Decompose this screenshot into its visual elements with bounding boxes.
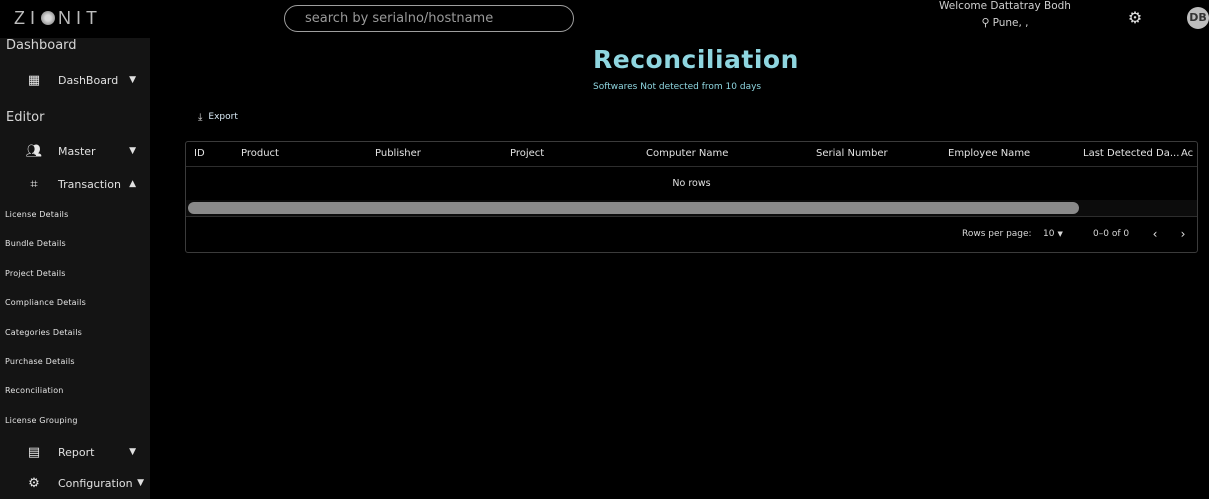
column-header-serial-number[interactable]: Serial Number (816, 148, 888, 159)
report-table-icon: ▤ (27, 444, 41, 460)
welcome-text: Welcome Dattatray Bodh (939, 0, 1071, 12)
chevron-down-icon: ▼ (129, 146, 136, 156)
user-location: ⚲ Pune, , (930, 16, 1080, 30)
no-rows-message: No rows (672, 178, 711, 189)
column-header-employee-name[interactable]: Employee Name (948, 148, 1030, 159)
column-header-publisher[interactable]: Publisher (375, 148, 421, 159)
editor-heading: Editor (6, 110, 45, 125)
grid-footer: Rows per page: 10 ▼ 0–0 of 0 ‹ › (186, 216, 1197, 252)
location-text: Pune, , (992, 17, 1029, 29)
chevron-down-icon: ▼ (137, 478, 144, 488)
users-icon: 👥︎ (25, 143, 43, 159)
sidebar-subitem-purchase-details[interactable]: Purchase Details (5, 357, 75, 366)
chevron-down-icon: ▼ (129, 75, 136, 85)
page-subtitle: Softwares Not detected from 10 days (593, 82, 762, 92)
column-header-last-detected-date[interactable]: Last Detected Da... (1083, 148, 1179, 159)
settings-icon[interactable]: ⚙ (1125, 8, 1145, 28)
sidebar-item-configuration[interactable]: ⚙ Configuration ▼ (0, 471, 150, 495)
sidebar-item-label: Transaction (58, 177, 121, 191)
page-title: Reconciliation (593, 45, 799, 74)
column-header-computer-name[interactable]: Computer Name (646, 148, 728, 159)
gear-icon: ⚙ (28, 475, 40, 491)
scrollbar-thumb[interactable] (188, 202, 1079, 214)
download-icon: ⤓ (198, 111, 203, 123)
next-page-button[interactable]: › (1176, 226, 1190, 242)
sidebar-subitem-compliance-details[interactable]: Compliance Details (5, 298, 86, 307)
previous-page-button[interactable]: ‹ (1148, 226, 1162, 242)
column-header-id[interactable]: ID (194, 148, 205, 159)
horizontal-scrollbar[interactable] (186, 200, 1197, 216)
top-bar: ZINIT Welcome Dattatray Bodh ⚲Pune, , ⚙ … (0, 0, 1209, 38)
logo-mark-icon (41, 11, 55, 25)
logo-text-right: NIT (58, 8, 102, 28)
column-header-project[interactable]: Project (510, 148, 544, 159)
chevron-up-icon: ▲ (129, 179, 136, 189)
sidebar-subitem-license-grouping[interactable]: License Grouping (5, 416, 78, 425)
sidebar-item-transaction[interactable]: ⌗ Transaction ▲ (0, 172, 150, 196)
column-header-product[interactable]: Product (241, 148, 279, 159)
location-pin-icon: ⚲ (981, 16, 990, 29)
crop-icon: ⌗ (30, 176, 38, 192)
dashboard-grid-icon: ▦ (27, 72, 41, 88)
data-grid: ID Product Publisher Project Computer Na… (185, 141, 1198, 253)
rows-per-page-label: Rows per page: (962, 229, 1032, 239)
user-welcome: Welcome Dattatray Bodh ⚲ Pune, , (930, 0, 1080, 30)
sidebar: Dashboard ▦ DashBoard ▼ Editor 👥︎ Master… (0, 38, 150, 499)
grid-header: ID Product Publisher Project Computer Na… (186, 142, 1197, 167)
logo-text-left: ZI (14, 8, 40, 28)
avatar[interactable]: DB (1187, 7, 1209, 29)
sidebar-item-label: Master (58, 144, 96, 158)
sidebar-subitem-reconciliation[interactable]: Reconciliation (5, 386, 64, 395)
sidebar-subitem-categories-details[interactable]: Categories Details (5, 328, 82, 337)
rows-per-page-value: 10 (1043, 229, 1055, 239)
sidebar-item-label: Report (58, 445, 95, 459)
export-button[interactable]: ⤓ Export (198, 109, 238, 125)
rows-per-page-select[interactable]: 10 ▼ (1043, 229, 1063, 239)
sidebar-item-label: Configuration (58, 476, 133, 490)
sidebar-item-report[interactable]: ▤ Report ▼ (0, 440, 150, 464)
app-logo[interactable]: ZI NIT (14, 8, 102, 29)
export-label: Export (208, 112, 238, 122)
sidebar-subitem-project-details[interactable]: Project Details (5, 269, 66, 278)
chevron-down-icon: ▼ (129, 447, 136, 457)
sidebar-subitem-bundle-details[interactable]: Bundle Details (5, 239, 66, 248)
caret-down-icon: ▼ (1057, 230, 1063, 238)
search-input[interactable] (284, 5, 574, 32)
sidebar-item-label: DashBoard (58, 73, 119, 87)
sidebar-item-master[interactable]: 👥︎ Master ▼ (0, 139, 150, 163)
pagination-range: 0–0 of 0 (1093, 229, 1130, 239)
sidebar-subitem-license-details[interactable]: License Details (5, 210, 68, 219)
column-header-actions[interactable]: Ac (1181, 148, 1193, 159)
sidebar-item-dashboard[interactable]: ▦ DashBoard ▼ (0, 68, 150, 92)
dashboard-heading: Dashboard (6, 38, 77, 53)
